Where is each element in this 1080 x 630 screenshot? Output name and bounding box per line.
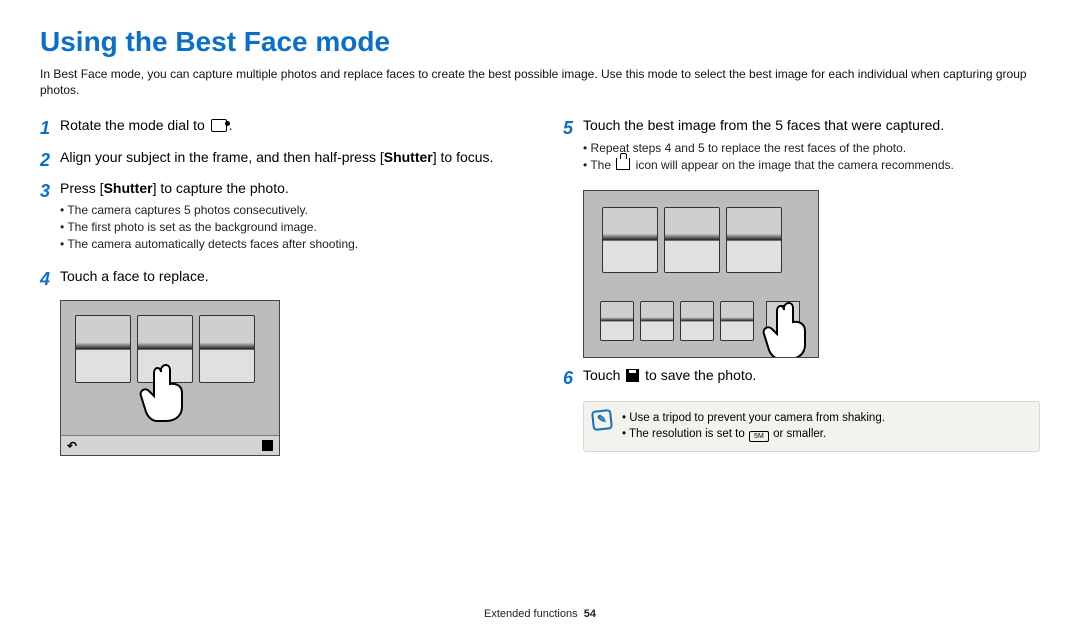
right-column: 5 Touch the best image from the 5 faces … [563, 116, 1040, 464]
save-icon [262, 440, 273, 451]
note-box: ✎ Use a tripod to prevent your camera fr… [583, 401, 1040, 452]
step-3-sub-1: The camera captures 5 photos consecutive… [60, 202, 517, 219]
face-thumb [602, 207, 658, 273]
page-footer: Extended functions 54 [0, 608, 1080, 620]
step-3-sub-2: The first photo is set as the background… [60, 219, 517, 236]
save-icon [626, 369, 639, 382]
step-2-num: 2 [40, 148, 60, 173]
note-icon: ✎ [591, 409, 613, 431]
step-2: 2 Align your subject in the frame, and t… [40, 148, 517, 173]
step-5-text: Touch the best image from the 5 faces th… [583, 117, 944, 133]
face-thumb-small [600, 301, 634, 341]
step-1: 1 Rotate the mode dial to . [40, 116, 517, 141]
step-6: 6 Touch to save the photo. [563, 366, 1040, 391]
face-thumb-small [680, 301, 714, 341]
face-thumb [664, 207, 720, 273]
step-5-sub-2: The icon will appear on the image that t… [583, 157, 1040, 174]
back-icon: ↶ [67, 439, 77, 453]
note-item-2: The resolution is set to 5M or smaller. [622, 426, 1029, 443]
note-item-1: Use a tripod to prevent your camera from… [622, 410, 1029, 427]
step-4-num: 4 [40, 267, 60, 292]
page-title: Using the Best Face mode [40, 26, 1040, 58]
figure-touch-face: ↶ [60, 300, 280, 456]
face-thumb-small [640, 301, 674, 341]
step-6-num: 6 [563, 366, 583, 391]
step-5-num: 5 [563, 116, 583, 141]
step-5-sub-1: Repeat steps 4 and 5 to replace the rest… [583, 140, 1040, 157]
recommend-icon [616, 158, 630, 170]
face-thumb-small [720, 301, 754, 341]
step-3-sub-3: The camera automatically detects faces a… [60, 236, 517, 253]
step-3-num: 3 [40, 179, 60, 204]
step-1-num: 1 [40, 116, 60, 141]
step-4: 4 Touch a face to replace. [40, 267, 517, 292]
step-5: 5 Touch the best image from the 5 faces … [563, 116, 1040, 181]
step-4-text: Touch a face to replace. [60, 268, 209, 284]
touch-hand-icon [139, 361, 189, 423]
footer-section: Extended functions [484, 608, 578, 620]
face-thumb [726, 207, 782, 273]
resolution-icon: 5M [749, 431, 769, 442]
intro-text: In Best Face mode, you can capture multi… [40, 66, 1040, 98]
step-3-sub: The camera captures 5 photos consecutive… [60, 202, 517, 252]
shutter-label: Shutter [104, 180, 153, 196]
step-3: 3 Press [Shutter] to capture the photo. … [40, 179, 517, 261]
face-thumb [75, 315, 131, 383]
mode-dial-icon [211, 119, 227, 132]
step-5-sub: Repeat steps 4 and 5 to replace the rest… [583, 140, 1040, 174]
touch-hand-icon [762, 299, 812, 358]
step-1-text: Rotate the mode dial to [60, 117, 209, 133]
shutter-label: Shutter [384, 149, 433, 165]
figure-best-face [583, 190, 819, 358]
left-column: 1 Rotate the mode dial to . 2 Align your… [40, 116, 517, 464]
face-thumb [199, 315, 255, 383]
footer-page: 54 [584, 608, 596, 620]
